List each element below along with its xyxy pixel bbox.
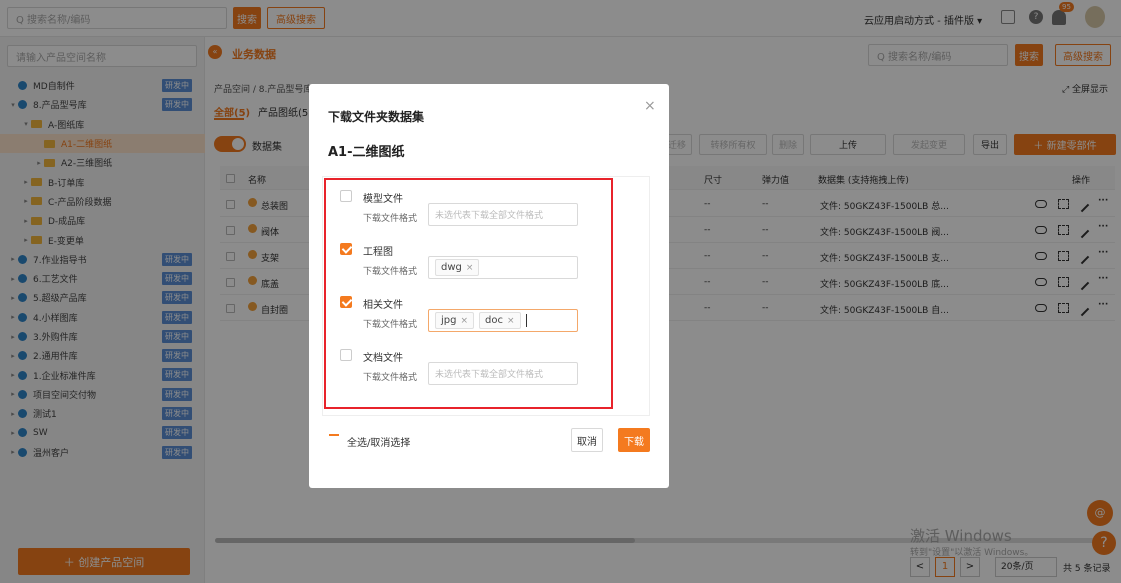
select-all-indeterminate-icon[interactable] (329, 434, 339, 436)
section-name: 模型文件 (363, 194, 403, 205)
format-placeholder: 未选代表下载全部文件格式 (435, 370, 544, 380)
section-checkbox[interactable] (340, 243, 352, 255)
section-name: 相关文件 (363, 300, 403, 311)
format-select[interactable]: jpg × doc × (428, 309, 578, 332)
format-label: 下载文件格式 (363, 320, 418, 330)
format-tag: jpg × (435, 312, 475, 329)
dialog-title: 下载文件夹数据集 (328, 110, 425, 124)
format-select[interactable]: 未选代表下载全部文件格式 (428, 203, 578, 226)
format-label: 下载文件格式 (363, 373, 418, 383)
section-checkbox[interactable] (340, 296, 352, 308)
format-label: 下载文件格式 (363, 267, 418, 277)
format-tag-label: doc (485, 315, 503, 326)
remove-tag-icon[interactable]: × (460, 316, 468, 326)
format-tag: doc × (479, 312, 521, 329)
download-dataset-dialog: 下载文件夹数据集 × A1-二维图纸 模型文件 下载文件格式 未选代表下载全部文件格… (309, 84, 669, 488)
remove-tag-icon[interactable]: × (507, 316, 515, 326)
section-checkbox[interactable] (340, 190, 352, 202)
format-tag-label: dwg (441, 262, 462, 273)
section-name: 工程图 (363, 247, 393, 258)
format-select[interactable]: 未选代表下载全部文件格式 (428, 362, 578, 385)
text-cursor (525, 314, 527, 327)
cancel-button[interactable]: 取消 (571, 428, 603, 452)
close-icon[interactable]: × (644, 98, 656, 114)
download-button[interactable]: 下载 (618, 428, 650, 452)
format-label: 下载文件格式 (363, 214, 418, 224)
dialog-subtitle: A1-二维图纸 (328, 145, 405, 160)
section-name: 文档文件 (363, 353, 403, 364)
format-tag-label: jpg (441, 315, 457, 326)
format-tag: dwg × (435, 259, 480, 276)
section-checkbox[interactable] (340, 349, 352, 361)
remove-tag-icon[interactable]: × (466, 263, 474, 273)
format-placeholder: 未选代表下载全部文件格式 (435, 211, 544, 221)
select-all-label[interactable]: 全选/取消选择 (347, 434, 410, 449)
format-select[interactable]: dwg × (428, 256, 578, 279)
